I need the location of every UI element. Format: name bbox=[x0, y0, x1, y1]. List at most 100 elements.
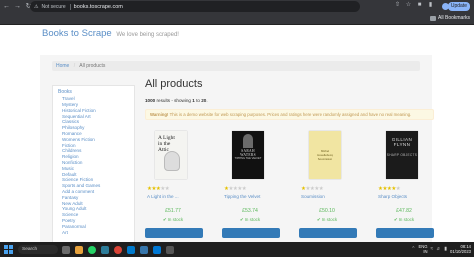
url-text[interactable]: books.toscrape.com bbox=[74, 4, 123, 10]
stock-label: In stock bbox=[321, 217, 338, 222]
add-to-basket-button[interactable] bbox=[376, 228, 434, 238]
site-brand: Books to Scrape We love being scraped! bbox=[42, 28, 179, 39]
product-title-link[interactable]: A Light in the ... bbox=[147, 194, 179, 199]
wifi-icon[interactable]: ≈ bbox=[431, 246, 434, 252]
star-empty-icon: ★ bbox=[241, 186, 247, 192]
terminal-icon[interactable] bbox=[166, 245, 174, 254]
star-empty-icon: ★ bbox=[395, 186, 401, 192]
clock[interactable]: 08:14 01/10/2023 bbox=[450, 244, 471, 254]
breadcrumb: Home / All products bbox=[52, 61, 420, 71]
update-button[interactable]: Update bbox=[447, 2, 470, 11]
availability: ✔In stock bbox=[376, 217, 432, 223]
forward-icon[interactable]: → bbox=[13, 2, 22, 11]
taskbar-search-input[interactable]: Search bbox=[18, 245, 58, 254]
chrome-icon[interactable] bbox=[114, 245, 122, 254]
add-to-basket-button[interactable] bbox=[145, 228, 203, 238]
warning-triangle-icon[interactable]: ⚠ bbox=[34, 4, 38, 10]
folder-icon bbox=[430, 15, 437, 21]
results-count: 1000 bbox=[145, 98, 156, 103]
warning-text: This is a demo website for web scraping … bbox=[168, 112, 412, 117]
breadcrumb-current: All products bbox=[79, 63, 106, 69]
star-rating: ★★★★★ bbox=[301, 186, 324, 192]
product-title-link[interactable]: Sharp Objects bbox=[378, 194, 407, 199]
cover-text: Michel Houellebecq Soumission bbox=[313, 149, 337, 161]
check-icon: ✔ bbox=[162, 217, 167, 222]
results-end: . bbox=[206, 98, 208, 103]
cover-illustration bbox=[164, 151, 180, 171]
web-page: Books to Scrape We love being scraped! H… bbox=[0, 25, 474, 242]
battery-icon[interactable]: ▮ bbox=[444, 246, 447, 252]
stock-label: In stock bbox=[398, 217, 415, 222]
vscode-icon[interactable] bbox=[127, 245, 135, 254]
book-cover-image[interactable]: GILLIAN FLYNN SHARP OBJECTS bbox=[386, 131, 418, 179]
product-grid: A Light in the Attic ★★★★★ A Light in th… bbox=[145, 131, 435, 242]
share-icon[interactable]: ⇧ bbox=[394, 2, 401, 9]
cover-author: GILLIAN FLYNN bbox=[391, 137, 413, 147]
warning-alert: Warning! This is a demo website for web … bbox=[145, 109, 434, 120]
language-indicator[interactable]: ENG IN bbox=[418, 244, 427, 254]
availability: ✔In stock bbox=[299, 217, 355, 223]
date: 01/10/2023 bbox=[450, 249, 471, 254]
availability: ✔In stock bbox=[145, 217, 201, 223]
bookmarks-bar: All Bookmarks bbox=[0, 13, 474, 25]
star-rating: ★★★★★ bbox=[224, 186, 247, 192]
book-cover-image[interactable]: SARAH WATERS TIPPING THE VELVET bbox=[232, 131, 264, 179]
bookmark-star-icon[interactable]: ☆ bbox=[405, 2, 412, 9]
product-card: GILLIAN FLYNN SHARP OBJECTS ★★★★★ Sharp … bbox=[376, 131, 436, 242]
windows-start-icon[interactable] bbox=[4, 245, 13, 254]
availability: ✔In stock bbox=[222, 217, 278, 223]
book-cover-image[interactable]: Michel Houellebecq Soumission bbox=[309, 131, 341, 179]
category-link[interactable]: Art bbox=[62, 230, 129, 236]
whatsapp-icon[interactable] bbox=[88, 245, 96, 254]
region-code: IN bbox=[423, 249, 428, 254]
book-cover-image[interactable]: A Light in the Attic bbox=[155, 131, 187, 179]
breadcrumb-divider: / bbox=[73, 63, 76, 69]
cover-title: SHARP OBJECTS bbox=[386, 153, 418, 157]
brand-tagline: We love being scraped! bbox=[116, 32, 179, 38]
task-view-icon[interactable] bbox=[62, 245, 70, 254]
star-rating: ★★★★★ bbox=[147, 186, 170, 192]
address-bar[interactable]: ⚠ Not secure books.toscrape.com bbox=[30, 1, 360, 12]
sidebar-books-link[interactable]: Books bbox=[58, 89, 129, 95]
python-icon[interactable] bbox=[140, 245, 148, 254]
category-sidebar: Books Travel Mystery Historical Fiction Seq… bbox=[52, 85, 135, 242]
results-mid-text: results - showing bbox=[155, 98, 193, 103]
address-separator bbox=[69, 3, 71, 10]
product-title-link[interactable]: Tipping the Velvet bbox=[224, 194, 260, 199]
stock-label: In stock bbox=[167, 217, 184, 222]
not-secure-label: Not secure bbox=[41, 3, 66, 10]
chevron-up-icon[interactable]: ⌃ bbox=[411, 246, 415, 252]
extensions-icon[interactable]: ■ bbox=[416, 2, 423, 9]
star-empty-icon: ★ bbox=[318, 186, 324, 192]
star-empty-icon: ★ bbox=[164, 186, 170, 192]
product-price: £51.77 bbox=[165, 208, 181, 214]
browser-chrome: ← → ↻ ⚠ Not secure books.toscrape.com ⇧ … bbox=[0, 0, 474, 25]
breadcrumb-home-link[interactable]: Home bbox=[56, 63, 69, 69]
add-to-basket-button[interactable] bbox=[222, 228, 280, 238]
site-header: Books to Scrape We love being scraped! bbox=[0, 25, 474, 57]
check-icon: ✔ bbox=[393, 217, 398, 222]
add-to-basket-button[interactable] bbox=[299, 228, 357, 238]
store-icon[interactable] bbox=[153, 245, 161, 254]
product-title-link[interactable]: Soumission bbox=[301, 194, 325, 199]
cover-author: Michel Houellebecq bbox=[317, 149, 333, 157]
brand-link[interactable]: Books to Scrape bbox=[42, 28, 112, 39]
cover-author: SARAH WATERS bbox=[240, 149, 256, 157]
product-price: £53.74 bbox=[242, 208, 258, 214]
product-price: £47.82 bbox=[396, 208, 412, 214]
cover-title: Soumission bbox=[317, 157, 333, 161]
all-bookmarks-label: All Bookmarks bbox=[438, 15, 470, 21]
cover-illustration bbox=[243, 134, 253, 148]
sidepanel-icon[interactable]: ▮ bbox=[427, 2, 434, 9]
all-bookmarks-button[interactable]: All Bookmarks bbox=[430, 15, 470, 21]
check-icon: ✔ bbox=[239, 217, 244, 222]
taskbar-apps bbox=[62, 245, 174, 254]
back-icon[interactable]: ← bbox=[2, 2, 11, 11]
warning-label: Warning! bbox=[150, 112, 169, 117]
stock-label: In stock bbox=[244, 217, 261, 222]
browser-toolbar: ← → ↻ ⚠ Not secure books.toscrape.com ⇧ … bbox=[0, 0, 474, 13]
edge-icon[interactable] bbox=[101, 245, 109, 254]
volume-icon[interactable]: ♬ bbox=[436, 246, 441, 252]
file-explorer-icon[interactable] bbox=[75, 245, 83, 254]
category-list: Travel Mystery Historical Fiction Sequentia… bbox=[58, 96, 129, 235]
